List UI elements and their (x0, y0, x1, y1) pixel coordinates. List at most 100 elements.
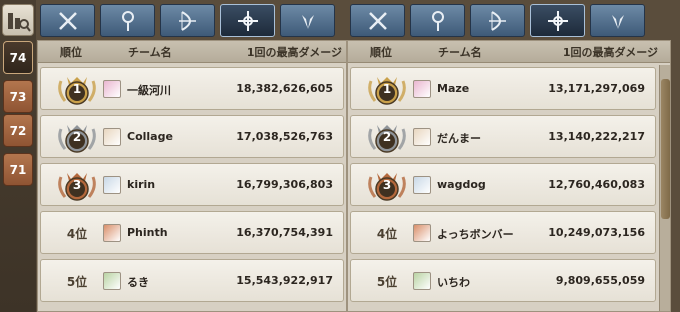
tab-swords-right[interactable] (350, 4, 405, 37)
round-button-74[interactable]: 74 (3, 41, 33, 74)
rank-header: 順位 (60, 45, 82, 59)
ranking-row[interactable]: 5位 るき 15,543,922,917 (40, 259, 344, 302)
round-button-72[interactable]: 72 (3, 114, 33, 147)
rank-text: 4位 (376, 227, 398, 241)
team-name: いちわ (437, 276, 470, 289)
rank-text: 5位 (66, 275, 88, 289)
rank-number: 2 (382, 130, 392, 144)
right-ranking-panel: 順位 チーム名 1回の最高ダメージ 1 Maze 13,171,297,069 2 だん… (347, 40, 671, 312)
team-avatar-icon (103, 128, 121, 146)
max-damage-value: 16,370,754,391 (236, 226, 333, 239)
round-selector: 74 73 72 71 (0, 0, 36, 312)
rank-number: 3 (382, 178, 392, 192)
max-damage-value: 12,760,460,083 (548, 178, 645, 191)
tab-bow[interactable] (160, 4, 215, 37)
left-ranking-panel: 順位 チーム名 1回の最高ダメージ 1 一級河川 18,382,626,605 2 Co… (37, 40, 347, 312)
round-button-71[interactable]: 71 (3, 153, 33, 186)
team-avatar-icon (413, 272, 431, 290)
team-avatar-icon (413, 80, 431, 98)
scrollbar-thumb[interactable] (661, 79, 670, 219)
round-button-73[interactable]: 73 (3, 80, 33, 113)
bow-icon (488, 10, 506, 31)
team-avatar-icon (103, 80, 121, 98)
team-name: 一級河川 (127, 84, 171, 97)
max-damage-value: 13,171,297,069 (548, 82, 645, 95)
left-header: 順位 チーム名 1回の最高ダメージ (38, 41, 346, 63)
max-damage-value: 16,799,306,803 (236, 178, 333, 191)
tab-wings-right[interactable] (590, 4, 645, 37)
tab-staff-right[interactable] (410, 4, 465, 37)
rank-label: 5位 (49, 260, 105, 303)
tab-wings[interactable] (280, 4, 335, 37)
silver-medal-icon: 2 (49, 116, 105, 159)
tab-shield-cross-right[interactable] (530, 4, 585, 37)
team-avatar-icon (413, 128, 431, 146)
rank-number: 2 (72, 130, 82, 144)
ranking-row[interactable]: 4位 よっちボンバー 10,249,073,156 (350, 211, 656, 254)
team-name: よっちボンバー (437, 228, 514, 241)
left-class-tabs (40, 4, 335, 38)
team-name: wagdog (437, 178, 486, 191)
ranking-row[interactable]: 5位 いちわ 9,809,655,059 (350, 259, 656, 302)
team-avatar-icon (103, 176, 121, 194)
max-damage-value: 9,809,655,059 (555, 274, 645, 287)
rank-text: 5位 (376, 275, 398, 289)
ranking-row[interactable]: 1 一級河川 18,382,626,605 (40, 67, 344, 110)
ranking-row[interactable]: 2 Collage 17,038,526,763 (40, 115, 344, 158)
rank-header: 順位 (370, 45, 392, 59)
max-damage-value: 18,382,626,605 (236, 82, 333, 95)
max-damage-value: 15,543,922,917 (236, 274, 333, 287)
rank-label: 5位 (359, 260, 415, 303)
rank-number: 3 (72, 178, 82, 192)
max-damage-value: 17,038,526,763 (236, 130, 333, 143)
tab-swords[interactable] (40, 4, 95, 37)
ranking-chart-icon[interactable] (2, 4, 34, 36)
score-header: 1回の最高ダメージ (562, 45, 658, 59)
tab-staff[interactable] (100, 4, 155, 37)
team-name: kirin (127, 178, 156, 191)
max-damage-value: 10,249,073,156 (548, 226, 645, 239)
swords-icon (58, 11, 77, 30)
team-avatar-icon (413, 176, 431, 194)
ranking-row[interactable]: 1 Maze 13,171,297,069 (350, 67, 656, 110)
team-name: だんまー (437, 132, 481, 145)
rank-number: 1 (72, 82, 82, 96)
ranking-row[interactable]: 3 wagdog 12,760,460,083 (350, 163, 656, 206)
max-damage-value: 13,140,222,217 (548, 130, 645, 143)
rank-text: 4位 (66, 227, 88, 241)
staff-icon (121, 10, 134, 31)
shield-cross-icon (237, 10, 258, 31)
team-avatar-icon (103, 224, 121, 242)
gold-medal-icon: 1 (359, 68, 415, 111)
shield-cross-icon (547, 10, 568, 31)
team-header: チーム名 (438, 45, 482, 59)
ranking-row[interactable]: 4位 Phinth 16,370,754,391 (40, 211, 344, 254)
team-avatar-icon (413, 224, 431, 242)
ranking-row[interactable]: 2 だんまー 13,140,222,217 (350, 115, 656, 158)
tab-shield-cross[interactable] (220, 4, 275, 37)
rank-label: 4位 (49, 212, 105, 255)
team-avatar-icon (103, 272, 121, 290)
scrollbar[interactable] (659, 65, 670, 311)
rank-number: 1 (382, 82, 392, 96)
swords-icon (368, 11, 387, 30)
tab-bow-right[interactable] (470, 4, 525, 37)
bronze-medal-icon: 3 (49, 164, 105, 207)
team-header: チーム名 (128, 45, 172, 59)
team-name: Phinth (127, 226, 168, 239)
staff-icon (431, 10, 444, 31)
wings-icon (301, 14, 314, 29)
score-header: 1回の最高ダメージ (246, 45, 342, 59)
gold-medal-icon: 1 (49, 68, 105, 111)
right-header: 順位 チーム名 1回の最高ダメージ (348, 41, 670, 63)
bronze-medal-icon: 3 (359, 164, 415, 207)
team-name: Collage (127, 130, 173, 143)
right-class-tabs (350, 4, 645, 38)
team-name: Maze (437, 82, 470, 95)
ranking-row[interactable]: 3 kirin 16,799,306,803 (40, 163, 344, 206)
rank-label: 4位 (359, 212, 415, 255)
silver-medal-icon: 2 (359, 116, 415, 159)
wings-icon (611, 14, 624, 29)
team-name: るき (127, 276, 149, 289)
bow-icon (178, 10, 196, 31)
